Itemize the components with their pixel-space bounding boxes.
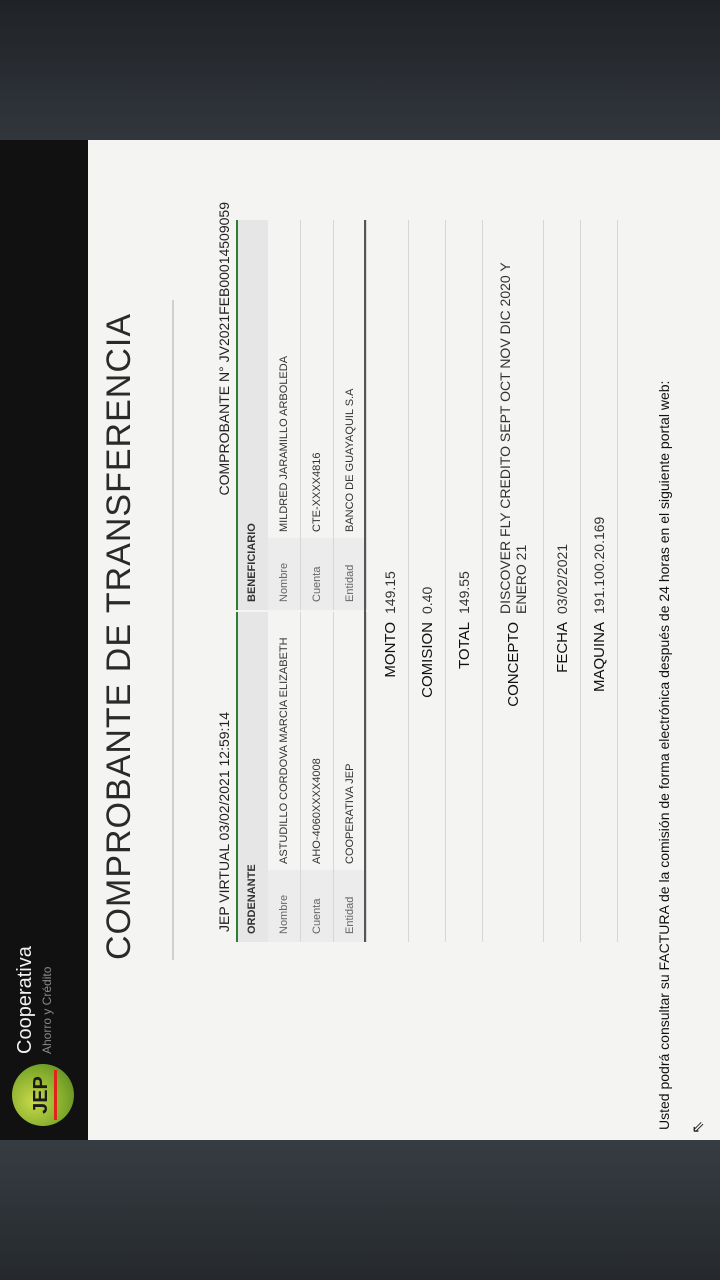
summary-row-monto: MONTO 149.15 bbox=[372, 220, 409, 942]
logo-text: JEP bbox=[30, 1076, 52, 1114]
timestamp: JEP VIRTUAL 03/02/2021 12:59:14 bbox=[216, 711, 232, 932]
summary-label: FECHA bbox=[553, 622, 571, 673]
row-label: Entidad bbox=[334, 538, 366, 610]
transfer-summary: MONTO 149.15 COMISION 0.40 TOTAL 149.55 … bbox=[372, 220, 618, 942]
invoice-notice: Usted podrá consultar su FACTURA de la c… bbox=[656, 380, 672, 1130]
ordenante-row-entidad: Entidad COOPERATIVA JEP bbox=[334, 612, 367, 942]
monitor-bezel-top bbox=[0, 0, 720, 150]
row-label: Nombre bbox=[268, 870, 300, 942]
summary-row-fecha: FECHA 03/02/2021 bbox=[544, 220, 581, 942]
row-label: Cuenta Destino bbox=[301, 538, 355, 610]
ordenante-row-nombre: Nombre ASTUDILLO CORDOVA MARCIA ELIZABET… bbox=[268, 612, 301, 942]
monitor-bezel-bottom bbox=[0, 1120, 720, 1280]
row-value: COOPERATIVA JEP bbox=[344, 763, 356, 864]
row-value: MILDRED JARAMILLO ARBOLEDA bbox=[278, 355, 290, 532]
mouse-cursor-icon: ⇖ bbox=[690, 1120, 707, 1134]
screen: JEP Cooperativa Ahorro y Crédito COMPROB… bbox=[0, 140, 720, 1140]
row-label: Cuenta Origen bbox=[301, 870, 355, 942]
row-value: ASTUDILLO CORDOVA MARCIA ELIZABETH bbox=[278, 637, 290, 864]
ordenante-panel: ORDENANTE Nombre ASTUDILLO CORDOVA MARCI… bbox=[236, 612, 367, 942]
row-label: Entidad bbox=[334, 870, 366, 942]
brand-name: Cooperativa bbox=[14, 946, 36, 1054]
row-value: AHO-4060XXXX4008 bbox=[311, 758, 323, 864]
summary-row-concepto: CONCEPTO DISCOVER FLY CREDITO SEPT OCT N… bbox=[483, 220, 544, 942]
summary-label: TOTAL bbox=[455, 622, 473, 669]
summary-row-maquina: MAQUINA 191.100.20.169 bbox=[581, 220, 618, 942]
summary-row-total: TOTAL 149.55 bbox=[446, 220, 483, 942]
summary-value: 0.40 bbox=[419, 586, 435, 614]
row-value: BANCO DE GUAYAQUIL S.A bbox=[344, 388, 356, 532]
ordenante-heading: ORDENANTE bbox=[238, 612, 268, 942]
summary-value: 03/02/2021 bbox=[554, 543, 570, 614]
section-divider bbox=[364, 220, 366, 942]
summary-label: COMISION bbox=[418, 622, 436, 698]
beneficiario-heading: BENEFICIARIO bbox=[238, 220, 268, 610]
receipt-number: COMPROBANTE N° JV2021FEB00014509059 bbox=[216, 202, 232, 496]
title-divider bbox=[172, 300, 174, 960]
summary-label: MAQUINA bbox=[590, 622, 608, 693]
summary-label: MONTO bbox=[381, 622, 399, 678]
beneficiario-row-nombre: Nombre MILDRED JARAMILLO ARBOLEDA bbox=[268, 220, 301, 610]
app-header: JEP Cooperativa Ahorro y Crédito bbox=[0, 140, 88, 1140]
row-value: CTE-XXXX4816 bbox=[311, 452, 323, 532]
logo-underline bbox=[54, 1070, 57, 1120]
ordenante-row-cuenta: Cuenta Origen AHO-4060XXXX4008 bbox=[301, 612, 355, 942]
row-label: Nombre bbox=[268, 538, 300, 610]
summary-label: CONCEPTO bbox=[504, 622, 522, 707]
brand-subtitle: Ahorro y Crédito bbox=[40, 966, 54, 1054]
page-title: COMPROBANTE DE TRANSFERENCIA bbox=[100, 312, 138, 960]
summary-value: 149.55 bbox=[456, 571, 472, 614]
summary-value: DISCOVER FLY CREDITO SEPT OCT NOV DIC 20… bbox=[497, 262, 529, 614]
receipt-page: JEP Cooperativa Ahorro y Crédito COMPROB… bbox=[0, 140, 720, 1140]
summary-row-comision: COMISION 0.40 bbox=[409, 220, 446, 942]
summary-value: 191.100.20.169 bbox=[591, 516, 607, 614]
beneficiario-panel: BENEFICIARIO Nombre MILDRED JARAMILLO AR… bbox=[236, 220, 367, 610]
beneficiario-row-cuenta: Cuenta Destino CTE-XXXX4816 bbox=[301, 220, 355, 610]
summary-value: 149.15 bbox=[382, 571, 398, 614]
jep-logo: JEP bbox=[12, 1064, 74, 1126]
beneficiario-row-entidad: Entidad BANCO DE GUAYAQUIL S.A bbox=[334, 220, 367, 610]
